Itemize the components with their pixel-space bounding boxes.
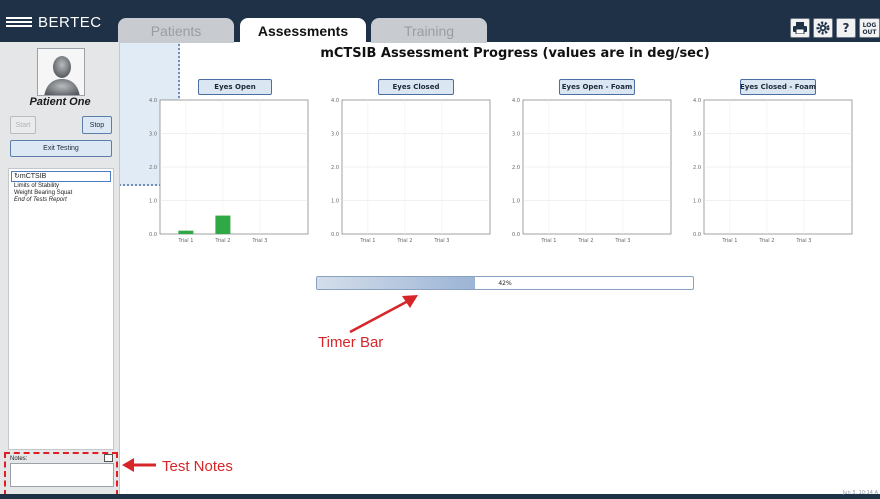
timer-arrow — [349, 298, 411, 334]
page-title: mCTSIB Assessment Progress (values are i… — [320, 46, 710, 61]
chart-eyes-closed: 0.0 1.0 2.0 3.0 4.0 Trial 1 Trial 2 Trial 3 — [331, 98, 491, 244]
stop-button[interactable]: Stop — [82, 116, 112, 134]
x-tick-label: Trial 2 — [214, 238, 230, 244]
x-tick-label: Trial 2 — [577, 238, 593, 244]
y-tick-label: 4.0 — [149, 98, 157, 104]
x-tick-label: Trial 3 — [251, 238, 267, 244]
start-button[interactable]: Start — [10, 116, 36, 134]
exit-testing-button[interactable]: Exit Testing — [10, 140, 112, 157]
printer-icon — [793, 22, 807, 34]
timer-bar-annotation: Timer Bar — [318, 334, 384, 351]
x-tick-label: Trial 1 — [540, 238, 556, 244]
chart-title-button[interactable]: Eyes Closed - Foam — [740, 79, 816, 95]
menu-bars-icon — [6, 17, 32, 27]
y-tick-label: 3.0 — [331, 132, 339, 138]
x-tick-label: Trial 3 — [614, 238, 630, 244]
test-item-mctsib[interactable]: ↻mCTSIB — [11, 171, 111, 182]
y-tick-label: 4.0 — [512, 98, 520, 104]
timer-bar-percent: 42% — [498, 279, 512, 287]
x-tick-label: Trial 1 — [721, 238, 737, 244]
y-tick-label: 4.0 — [331, 98, 339, 104]
gear-icon — [816, 21, 830, 35]
x-tick-label: Trial 2 — [396, 238, 412, 244]
x-tick-label: Trial 1 — [177, 238, 193, 244]
chart-eyes-open: 0.0 1.0 2.0 3.0 4.0 Trial 1 Trial 2 Trial 3 — [149, 98, 309, 244]
test-list: ↻mCTSIB Limits of Stability Weight Beari… — [8, 168, 114, 450]
y-tick-label: 2.0 — [693, 165, 701, 171]
y-tick-label: 0.0 — [331, 232, 339, 238]
chart-eyes-closed-foam: 0.0 1.0 2.0 3.0 4.0 Trial 1 Trial 2 Trial 3 — [693, 98, 853, 244]
y-tick-label: 4.0 — [693, 98, 701, 104]
y-tick-label: 0.0 — [149, 232, 157, 238]
y-tick-label: 3.0 — [693, 132, 701, 138]
datetime-readout: Jun 3, 10:14 A — [842, 490, 878, 496]
bar — [178, 230, 194, 234]
avatar — [37, 48, 85, 96]
test-item-limits-of-stability[interactable]: Limits of Stability — [11, 183, 111, 190]
timer-arrow-head — [402, 295, 418, 308]
y-tick-label: 3.0 — [512, 132, 520, 138]
patient-name: Patient One — [29, 96, 91, 108]
tab-patients[interactable]: Patients — [118, 18, 234, 43]
x-tick-label: Trial 2 — [758, 238, 774, 244]
brand-name: BERTEC — [38, 13, 102, 31]
bottom-bar — [0, 494, 880, 499]
bertec-logo: BERTEC — [6, 8, 114, 36]
y-tick-label: 2.0 — [149, 165, 157, 171]
y-tick-label: 1.0 — [149, 199, 157, 205]
chart-title-button[interactable]: Eyes Closed — [378, 79, 454, 95]
chart-title-button[interactable]: Eyes Open — [198, 79, 272, 95]
help-button[interactable]: ? — [836, 18, 856, 38]
y-tick-label: 3.0 — [149, 132, 157, 138]
y-tick-label: 2.0 — [331, 165, 339, 171]
y-tick-label: 1.0 — [512, 199, 520, 205]
test-item-end-of-tests-report[interactable]: End of Tests Report — [11, 197, 111, 204]
print-button[interactable] — [790, 18, 810, 38]
chart-title-button[interactable]: Eyes Open - Foam — [559, 79, 635, 95]
tab-training[interactable]: Training — [371, 18, 487, 43]
y-tick-label: 0.0 — [512, 232, 520, 238]
y-tick-label: 1.0 — [331, 199, 339, 205]
bar — [215, 215, 231, 234]
notes-arrow-head — [122, 458, 134, 472]
tab-assessments[interactable]: Assessments — [240, 18, 366, 44]
x-tick-label: Trial 3 — [795, 238, 811, 244]
settings-button[interactable] — [813, 18, 833, 38]
test-notes-annotation: Test Notes — [162, 458, 233, 475]
sidebar: Patient One Start Stop Exit Testing ↻mCT… — [0, 42, 120, 494]
x-tick-label: Trial 1 — [359, 238, 375, 244]
y-tick-label: 0.0 — [693, 232, 701, 238]
notes-highlight-box — [4, 452, 118, 496]
y-tick-label: 2.0 — [512, 165, 520, 171]
x-tick-label: Trial 3 — [433, 238, 449, 244]
top-bar: BERTEC Patients Assessments Training ? L… — [0, 0, 880, 44]
y-tick-label: 1.0 — [693, 199, 701, 205]
test-item-weight-bearing-squat[interactable]: Weight Bearing Squat — [11, 190, 111, 197]
timer-bar: 42% — [316, 276, 694, 290]
person-silhouette-icon — [44, 56, 80, 95]
chart-eyes-open-foam: 0.0 1.0 2.0 3.0 4.0 Trial 1 Trial 2 Trial 3 — [512, 98, 672, 244]
logout-button[interactable]: LOG OUT — [859, 18, 880, 38]
